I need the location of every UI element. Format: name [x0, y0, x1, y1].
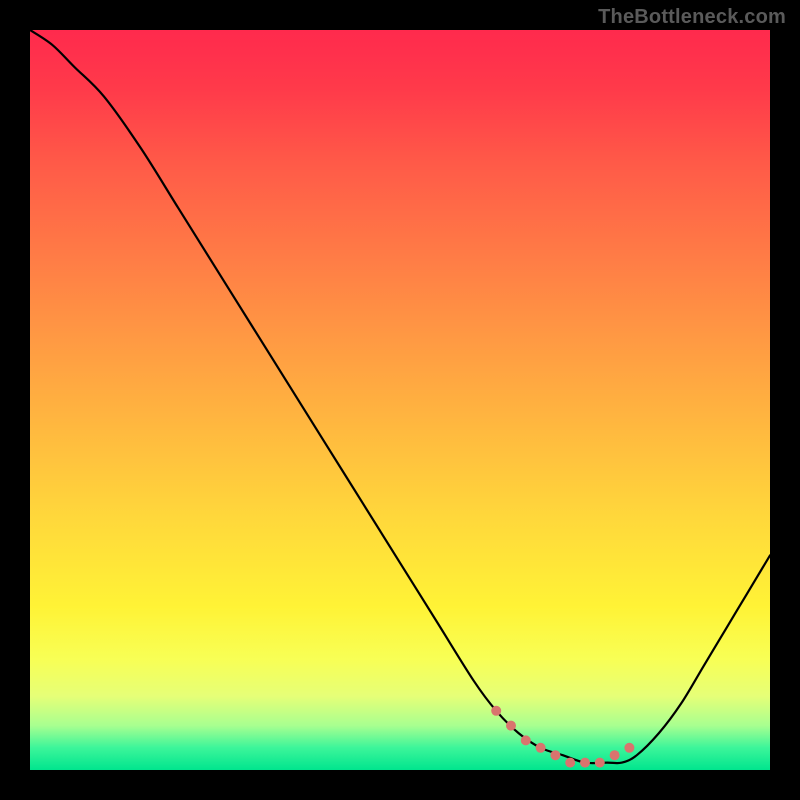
valley-dot: [595, 758, 605, 768]
valley-dot: [565, 758, 575, 768]
bottleneck-curve: [30, 30, 770, 763]
valley-dot: [521, 735, 531, 745]
valley-dot: [550, 750, 560, 760]
valley-dot: [580, 758, 590, 768]
valley-dot: [610, 750, 620, 760]
valley-dot: [491, 706, 501, 716]
chart-curve-svg: [30, 30, 770, 770]
watermark-text: TheBottleneck.com: [598, 6, 786, 29]
valley-dot: [536, 743, 546, 753]
valley-dot: [624, 743, 634, 753]
valley-dot: [506, 721, 516, 731]
chart-plot-area: [30, 30, 770, 770]
valley-marker-dots: [491, 706, 634, 768]
